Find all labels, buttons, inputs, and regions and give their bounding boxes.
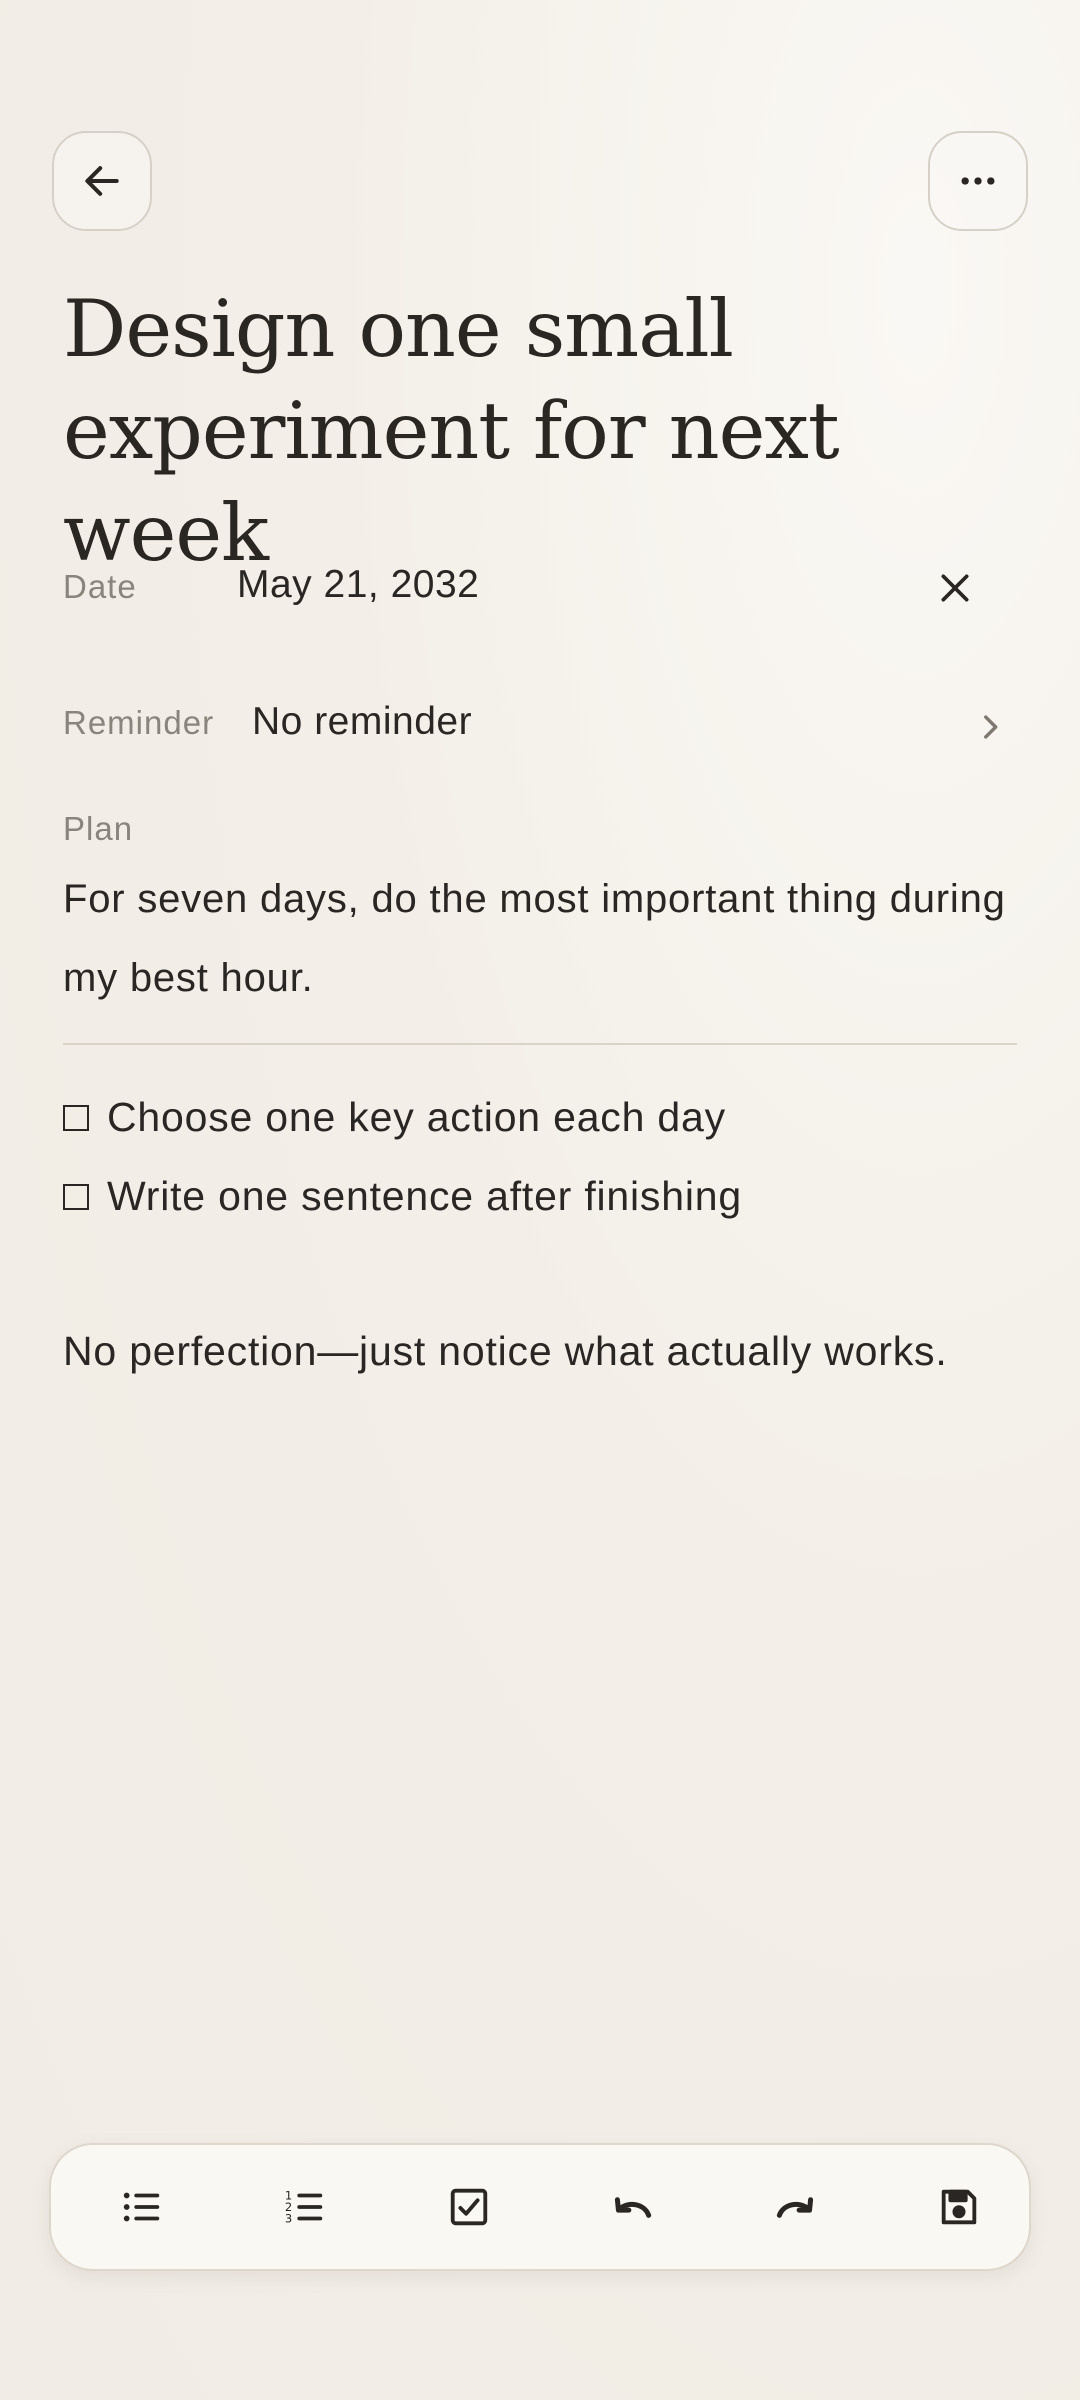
- plan-text[interactable]: For seven days, do the most important th…: [63, 860, 1023, 1018]
- more-options-button[interactable]: [928, 131, 1028, 231]
- undo-button[interactable]: [594, 2169, 670, 2245]
- reminder-value[interactable]: No reminder: [252, 700, 472, 744]
- close-icon: [941, 574, 969, 602]
- svg-text:3: 3: [285, 2211, 292, 2225]
- arrow-left-icon: [85, 166, 119, 196]
- save-button[interactable]: [921, 2169, 997, 2245]
- checklist-item[interactable]: Choose one key action each day: [63, 1094, 726, 1141]
- formatting-toolbar: 1 2 3: [49, 2143, 1031, 2271]
- checklist-button[interactable]: [431, 2169, 507, 2245]
- date-label: Date: [63, 568, 137, 605]
- reminder-label: Reminder: [63, 704, 215, 741]
- checklist-item[interactable]: Write one sentence after finishing: [63, 1173, 742, 1220]
- checklist-item-text: Write one sentence after finishing: [107, 1173, 742, 1219]
- checkbox[interactable]: [63, 1183, 89, 1210]
- closing-text[interactable]: No perfection—just notice what actually …: [63, 1328, 1063, 1375]
- clear-date-button[interactable]: [925, 558, 985, 618]
- checkbox-icon: [450, 2188, 488, 2226]
- redo-icon: [776, 2197, 814, 2218]
- reminder-chevron[interactable]: [965, 702, 1015, 752]
- save-icon: [941, 2189, 977, 2225]
- checklist-item-text: Choose one key action each day: [107, 1094, 726, 1140]
- plan-label: Plan: [63, 810, 134, 847]
- undo-icon: [614, 2197, 652, 2218]
- bulleted-list-icon: [123, 2192, 160, 2222]
- checkbox[interactable]: [63, 1104, 89, 1131]
- numbered-list-button[interactable]: 1 2 3: [267, 2169, 343, 2245]
- bulleted-list-button[interactable]: [104, 2169, 180, 2245]
- chevron-right-icon: [984, 715, 998, 739]
- date-value[interactable]: May 21, 2032: [237, 563, 479, 607]
- more-horizontal-icon: [961, 177, 995, 185]
- redo-button[interactable]: [758, 2169, 834, 2245]
- back-button[interactable]: [52, 131, 152, 231]
- divider: [63, 1043, 1017, 1045]
- numbered-list-icon: 1 2 3: [285, 2188, 323, 2225]
- note-title[interactable]: Design one small experiment for next wee…: [63, 278, 1043, 584]
